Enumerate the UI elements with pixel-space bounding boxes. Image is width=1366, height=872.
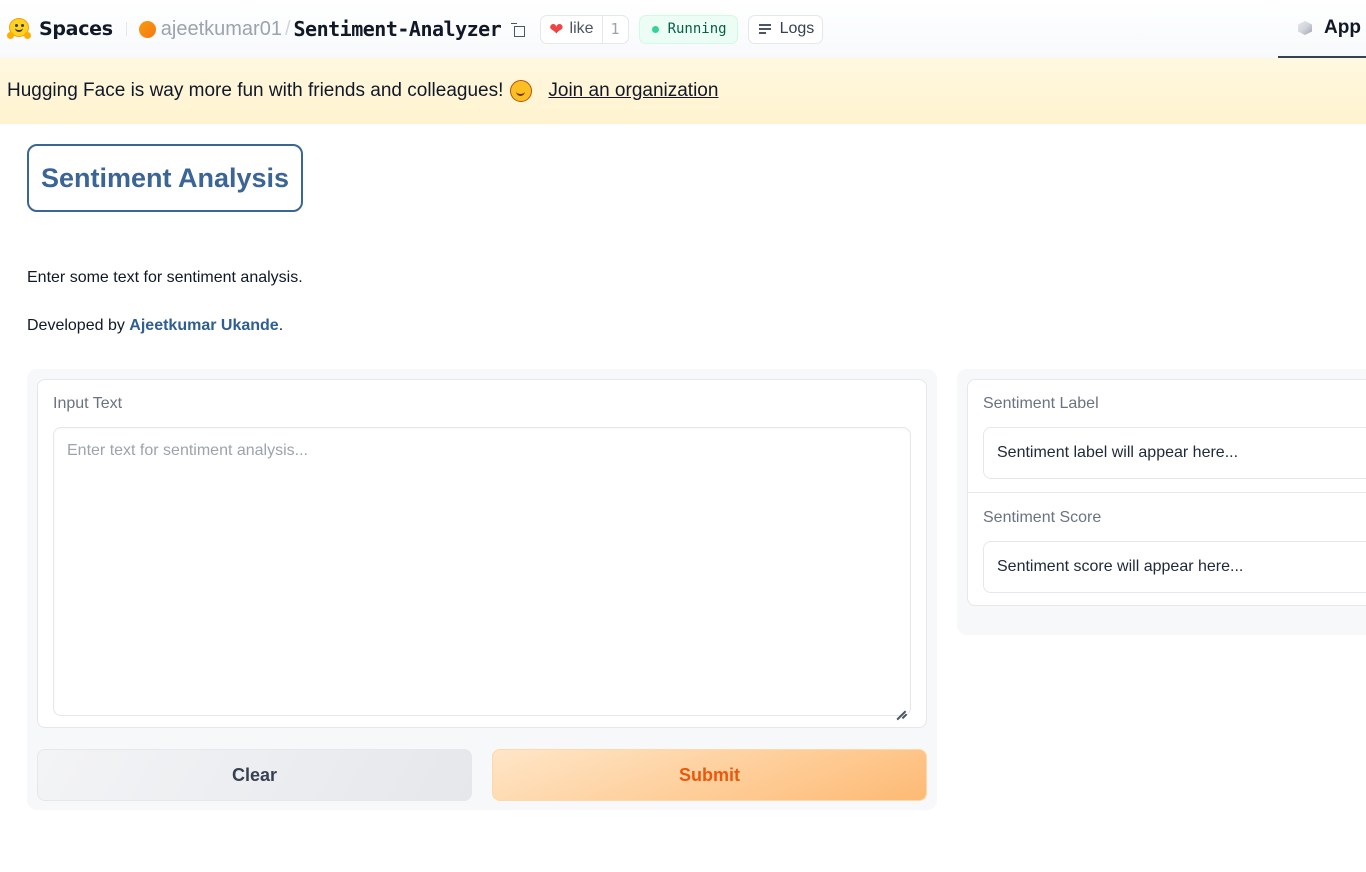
page-title: Sentiment Analysis bbox=[40, 162, 290, 193]
organization-banner: Hugging Face is way more fun with friend… bbox=[0, 58, 1366, 124]
input-text-label: Input Text bbox=[53, 395, 123, 412]
status-label: Running bbox=[667, 21, 727, 37]
tab-app[interactable]: App bbox=[1278, 0, 1366, 58]
like-count[interactable]: 1 bbox=[603, 20, 628, 38]
sentiment-score-output[interactable]: Sentiment score will appear here... bbox=[983, 541, 1366, 593]
output-panel: Sentiment Label Sentiment label will app… bbox=[957, 369, 1366, 635]
output-block: Sentiment Label Sentiment label will app… bbox=[967, 379, 1366, 606]
logs-label: Logs bbox=[779, 20, 815, 37]
submit-button[interactable]: Submit bbox=[492, 749, 927, 801]
developer-name-link[interactable]: Ajeetkumar Ukande bbox=[129, 317, 278, 334]
sentiment-label-output[interactable]: Sentiment label will appear here... bbox=[983, 427, 1366, 479]
logs-button[interactable]: Logs bbox=[747, 14, 824, 44]
owner-link[interactable]: ajeetkumar01 bbox=[161, 18, 282, 41]
app-tab-label: App bbox=[1324, 17, 1361, 38]
top-navigation-bar: Spaces ajeetkumar01 / Sentiment-Analyzer… bbox=[0, 0, 1366, 58]
input-text-field[interactable] bbox=[53, 427, 911, 716]
developer-credit: Developed by Ajeetkumar Ukande. bbox=[27, 317, 283, 335]
description-text: Enter some text for sentiment analysis. bbox=[27, 269, 303, 286]
repo-name-link[interactable]: Sentiment-Analyzer bbox=[294, 17, 502, 41]
spaces-brand-link[interactable]: Spaces bbox=[7, 17, 113, 41]
input-panel: Input Text Clear Submit bbox=[27, 369, 937, 810]
owner-avatar[interactable] bbox=[138, 20, 156, 38]
path-separator: / bbox=[284, 17, 291, 40]
sentiment-score-title: Sentiment Score bbox=[983, 509, 1102, 526]
clear-button[interactable]: Clear bbox=[37, 749, 472, 801]
status-badge[interactable]: Running bbox=[638, 14, 738, 44]
page-title-box: Sentiment Analysis bbox=[27, 144, 303, 212]
like-toggle[interactable]: ❤ like bbox=[541, 15, 603, 43]
sentiment-score-field: Sentiment Score Sentiment score will app… bbox=[968, 494, 1366, 607]
like-label: like bbox=[569, 20, 594, 37]
list-icon bbox=[758, 24, 773, 34]
like-button[interactable]: ❤ like 1 bbox=[540, 14, 629, 44]
developer-prefix: Developed by bbox=[27, 317, 130, 334]
resize-handle-icon[interactable] bbox=[896, 701, 906, 711]
input-text-block: Input Text bbox=[37, 379, 927, 728]
hugging-face-logo-icon bbox=[7, 17, 31, 41]
spaces-label: Spaces bbox=[39, 18, 113, 40]
divider bbox=[125, 22, 127, 36]
hugging-face-emoji-icon bbox=[510, 80, 533, 102]
developer-suffix: . bbox=[278, 317, 284, 334]
cube-icon bbox=[1298, 21, 1312, 35]
join-organization-link[interactable]: Join an organization bbox=[548, 80, 718, 102]
heart-icon: ❤ bbox=[549, 19, 564, 39]
banner-text: Hugging Face is way more fun with friend… bbox=[7, 80, 504, 101]
status-dot-icon bbox=[651, 25, 659, 33]
sentiment-label-field: Sentiment Label Sentiment label will app… bbox=[968, 380, 1366, 493]
copy-icon[interactable] bbox=[511, 23, 526, 37]
sentiment-label-title: Sentiment Label bbox=[983, 395, 1099, 412]
